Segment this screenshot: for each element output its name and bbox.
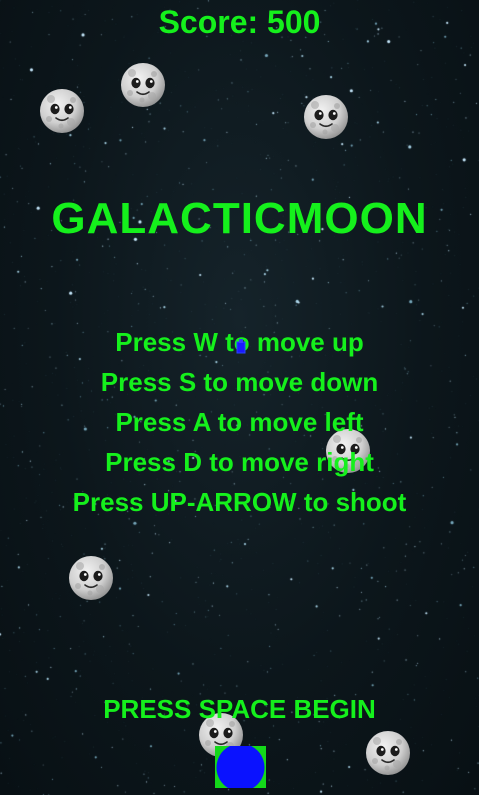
player-ship-icon bbox=[215, 746, 266, 788]
bullet-icon bbox=[236, 339, 246, 354]
moon-face-icon bbox=[120, 62, 166, 108]
instruction-move-right: Press D to move right bbox=[105, 447, 374, 477]
instruction-shoot: Press UP-ARROW to shoot bbox=[72, 487, 407, 517]
moon-face-icon bbox=[39, 88, 85, 134]
moon-face-icon bbox=[365, 730, 411, 776]
game-canvas[interactable]: Score: 500 GALACTICMOON Press W to move … bbox=[0, 0, 479, 795]
score-display: Score: 500 bbox=[158, 4, 321, 40]
instruction-move-left: Press A to move left bbox=[115, 407, 364, 437]
moon-face-icon bbox=[68, 555, 114, 601]
instruction-move-down: Press S to move down bbox=[100, 367, 379, 397]
game-title: GALACTICMOON bbox=[51, 194, 428, 243]
start-prompt: PRESS SPACE BEGIN bbox=[103, 694, 376, 724]
moon-face-icon bbox=[303, 94, 349, 140]
